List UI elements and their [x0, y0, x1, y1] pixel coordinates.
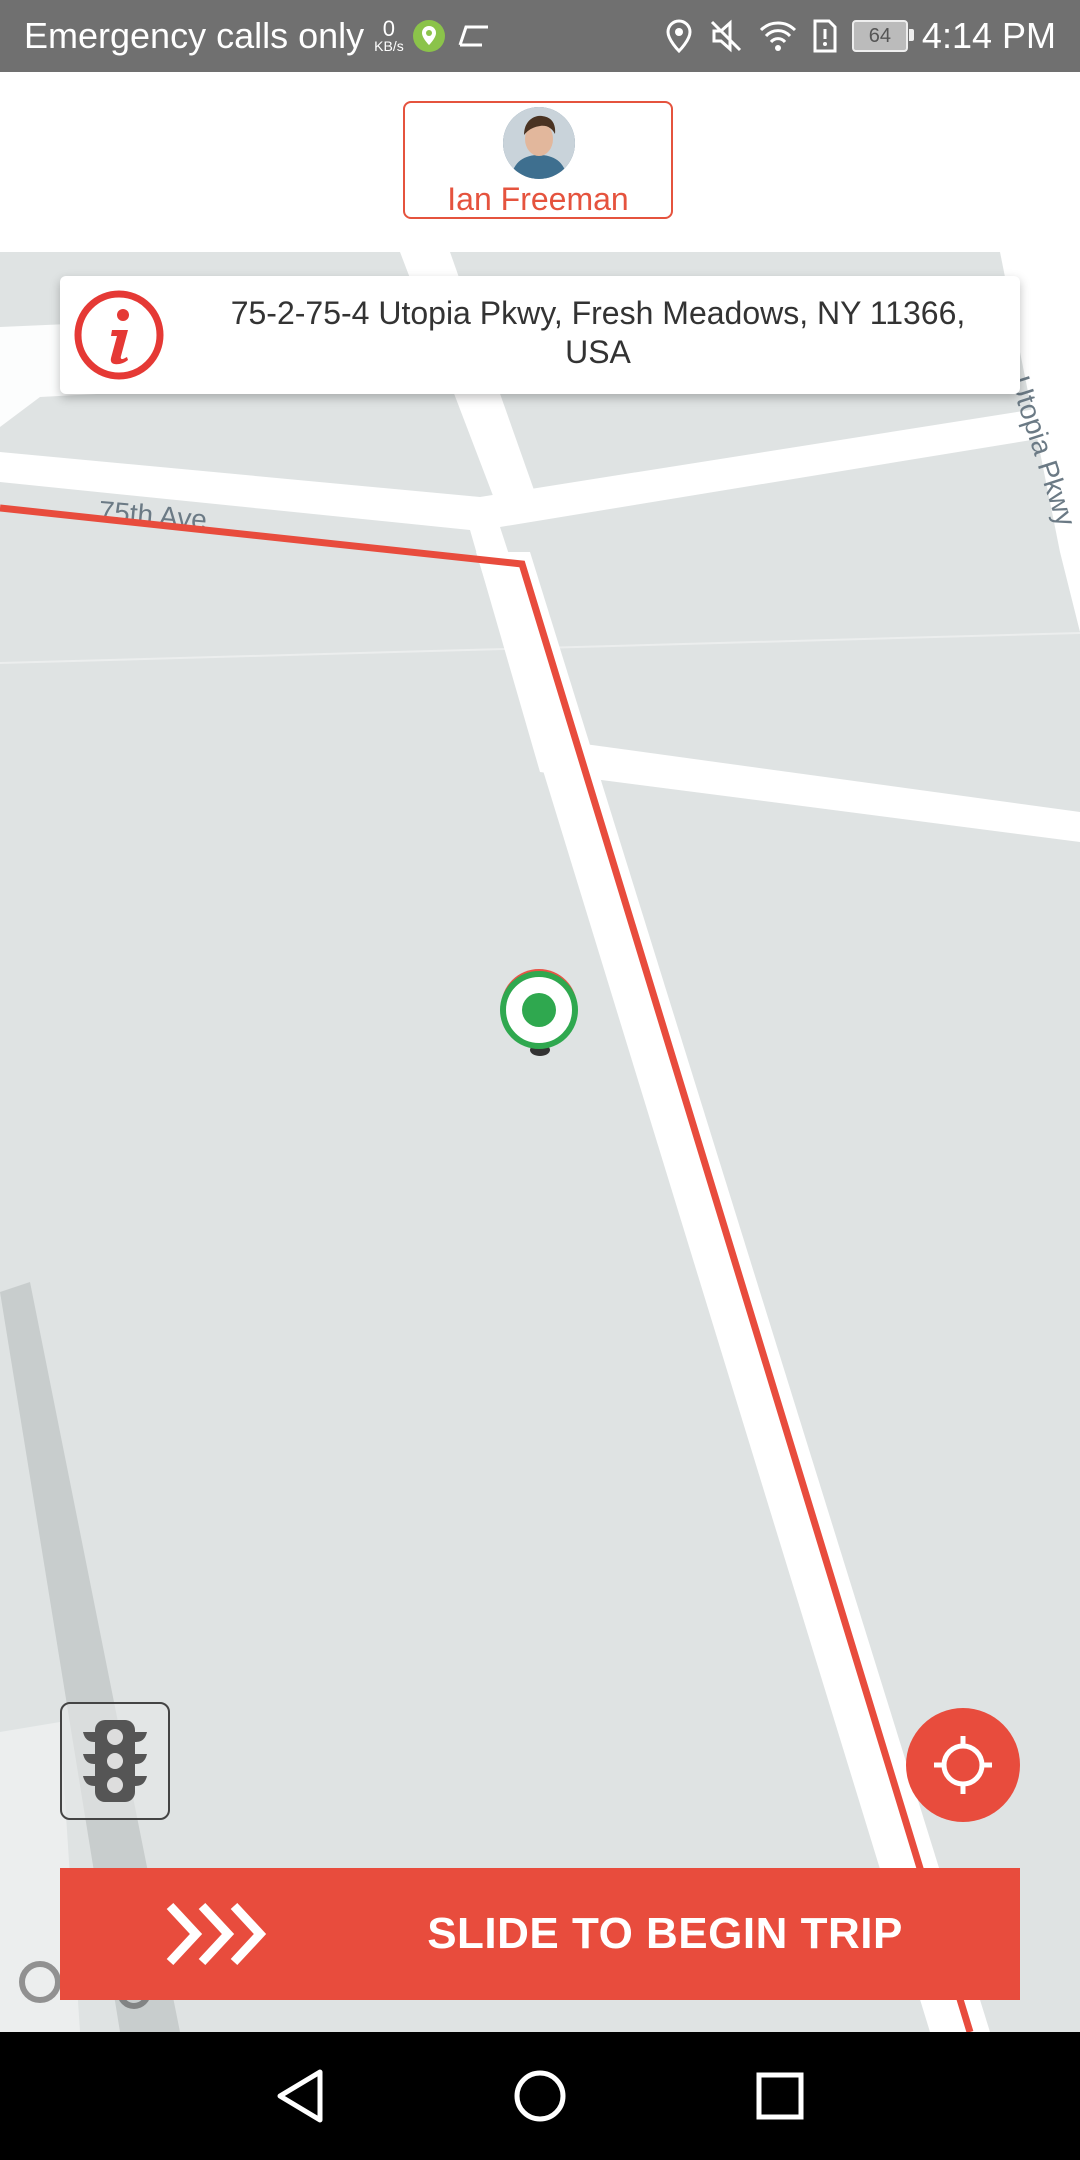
traffic-toggle-button[interactable]	[60, 1702, 170, 1820]
my-location-button[interactable]	[906, 1708, 1020, 1822]
driver-card[interactable]: Ian Freeman	[403, 101, 673, 219]
mute-icon	[710, 19, 741, 53]
clock: 4:14 PM	[921, 15, 1056, 56]
my-location-icon	[934, 1736, 992, 1794]
sim-alert-icon	[813, 19, 837, 53]
slide-to-begin-trip[interactable]: SLIDE TO BEGIN TRIP	[60, 1868, 1020, 2000]
battery-indicator: 64	[851, 20, 914, 52]
current-location-marker	[500, 969, 578, 1056]
driver-name: Ian Freeman	[447, 181, 629, 217]
address-card[interactable]: 75-2-75-4 Utopia Pkwy, Fresh Meadows, NY…	[60, 276, 1020, 394]
header: Ian Freeman	[0, 72, 1080, 252]
info-icon	[74, 290, 164, 380]
wifi-icon	[759, 21, 796, 51]
system-navigation-bar	[0, 2032, 1080, 2160]
address-text: 75-2-75-4 Utopia Pkwy, Fresh Meadows, NY…	[230, 295, 966, 370]
home-icon[interactable]	[500, 2056, 580, 2136]
location-app-icon	[412, 20, 445, 52]
carrier-text: Emergency calls only	[24, 15, 365, 56]
network-speed: 0 KB/s	[374, 16, 404, 54]
slide-label: SLIDE TO BEGIN TRIP	[427, 1909, 903, 1958]
traffic-light-icon	[83, 1720, 147, 1802]
avatar	[503, 107, 575, 179]
back-icon[interactable]	[260, 2056, 340, 2136]
chevrons-right-icon[interactable]	[160, 1896, 270, 1972]
recents-icon[interactable]	[740, 2056, 820, 2136]
cast-icon	[458, 25, 488, 47]
status-bar: Emergency calls only 0 KB/s 64 4:14 PM	[0, 0, 1080, 72]
location-icon	[666, 19, 692, 54]
